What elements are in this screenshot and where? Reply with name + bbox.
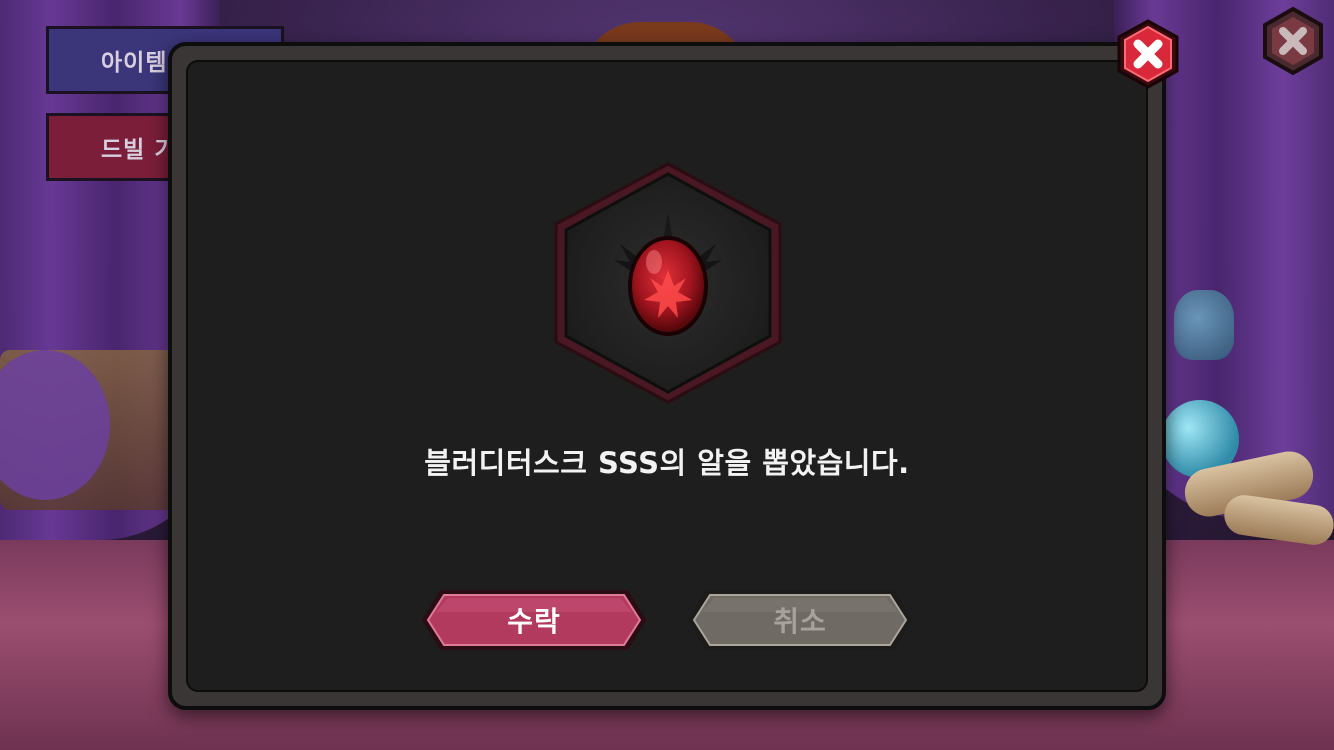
accept-button[interactable]: 수락 (418, 586, 650, 654)
background-close-icon[interactable] (1258, 6, 1328, 76)
cancel-label: 취소 (773, 605, 827, 638)
close-icon[interactable] (1112, 18, 1184, 90)
accept-label: 수락 (507, 605, 561, 638)
vase (1174, 290, 1234, 360)
reward-message: 블러디터스크 SSS의 알을 뽑았습니다. (424, 446, 910, 480)
cancel-button[interactable]: 취소 (684, 586, 916, 654)
item-frame (550, 160, 786, 406)
